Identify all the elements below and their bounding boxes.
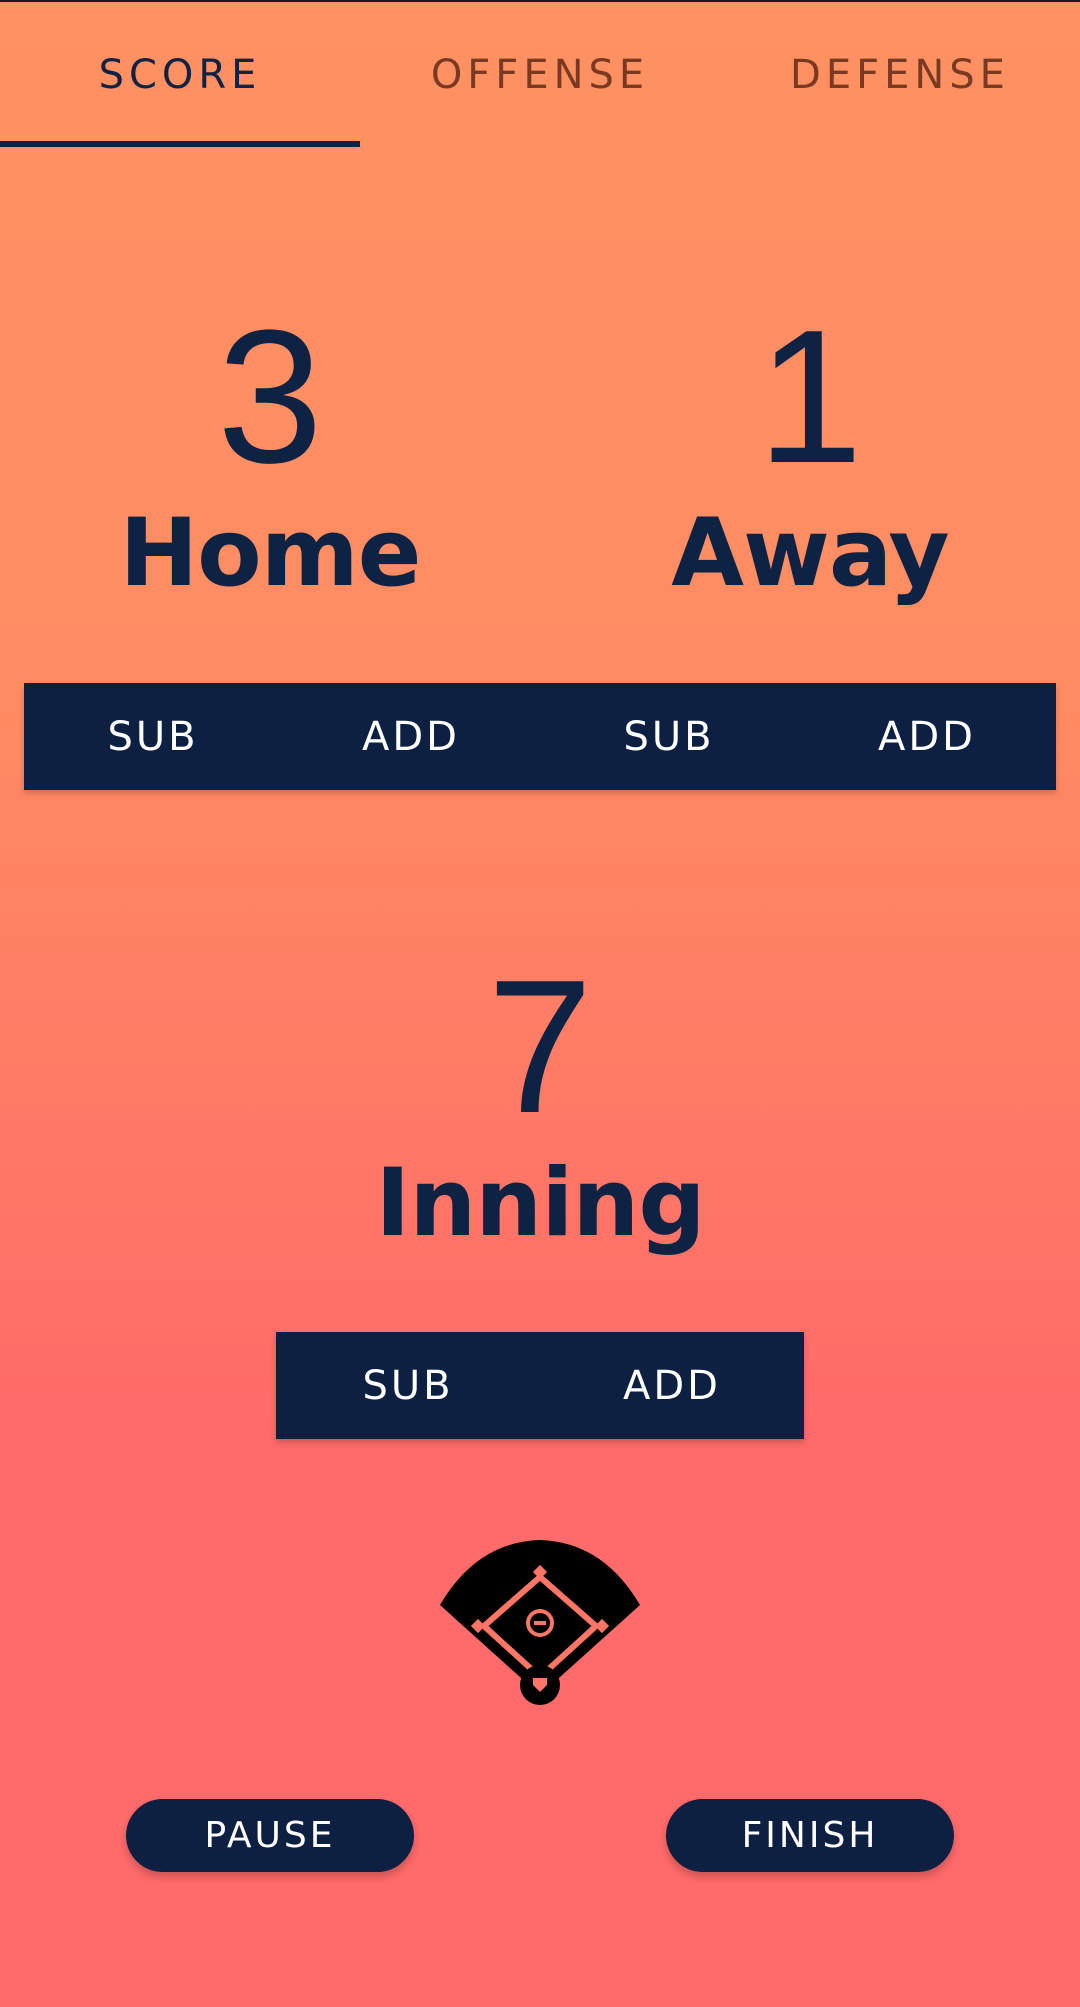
away-add-button[interactable]: ADD: [798, 683, 1056, 790]
inning-add-button[interactable]: ADD: [540, 1332, 804, 1439]
tab-offense[interactable]: OFFENSE: [360, 2, 720, 150]
tab-offense-label: OFFENSE: [430, 52, 650, 98]
inning-value: 7: [487, 941, 593, 1153]
score-screen: SCORE OFFENSE DEFENSE 3 Home 1 Away SUB …: [0, 0, 1080, 2007]
tab-bar: SCORE OFFENSE DEFENSE: [0, 2, 1080, 150]
away-sub-button[interactable]: SUB: [540, 683, 798, 790]
score-buttons-bar: SUB ADD SUB ADD: [24, 683, 1056, 790]
pause-button[interactable]: PAUSE: [126, 1799, 414, 1872]
inning-label: Inning: [375, 1149, 705, 1258]
active-tab-indicator: [0, 141, 360, 147]
away-score-value: 1: [757, 291, 863, 503]
tab-defense[interactable]: DEFENSE: [720, 2, 1080, 150]
inning-buttons-bar: SUB ADD: [276, 1332, 804, 1439]
finish-button[interactable]: FINISH: [666, 1799, 954, 1872]
home-sub-button[interactable]: SUB: [24, 683, 282, 790]
home-score-value: 3: [217, 291, 323, 503]
home-team-label: Home: [119, 499, 422, 608]
inning-sub-button[interactable]: SUB: [276, 1332, 540, 1439]
tab-defense-label: DEFENSE: [790, 52, 1010, 98]
away-team-label: Away: [671, 499, 949, 608]
home-add-button[interactable]: ADD: [282, 683, 540, 790]
baseball-diamond-icon[interactable]: [437, 1537, 643, 1707]
tab-score-label: SCORE: [98, 52, 262, 98]
tab-score[interactable]: SCORE: [0, 2, 360, 150]
